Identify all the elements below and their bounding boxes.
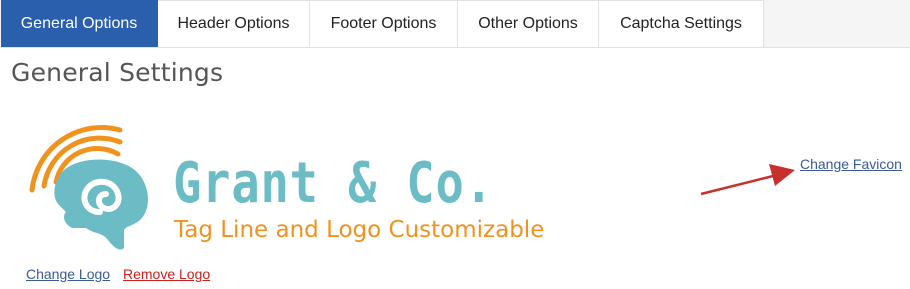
- logo-name: Grant & Co.: [173, 151, 494, 216]
- head-spiral-logo-icon: [29, 125, 148, 250]
- tab-general-options[interactable]: General Options: [1, 0, 158, 47]
- tab-other-options[interactable]: Other Options: [458, 0, 599, 47]
- tab-header-options[interactable]: Header Options: [158, 0, 310, 47]
- logo-tagline: Tag Line and Logo Customizable: [174, 217, 545, 243]
- remove-logo-link[interactable]: Remove Logo: [123, 266, 210, 282]
- tab-captcha-settings[interactable]: Captcha Settings: [599, 0, 764, 47]
- tab-list: General Options Header Options Footer Op…: [0, 0, 910, 48]
- site-logo: Grant & Co. Tag Line and Logo Customizab…: [20, 120, 560, 255]
- change-logo-link[interactable]: Change Logo: [26, 266, 110, 282]
- page-title: General Settings: [11, 58, 224, 87]
- tab-bar: General Options Header Options Footer Op…: [0, 0, 910, 48]
- tab-footer-options[interactable]: Footer Options: [310, 0, 458, 47]
- change-favicon-link[interactable]: Change Favicon: [800, 156, 902, 172]
- red-arrow-icon: [700, 164, 795, 196]
